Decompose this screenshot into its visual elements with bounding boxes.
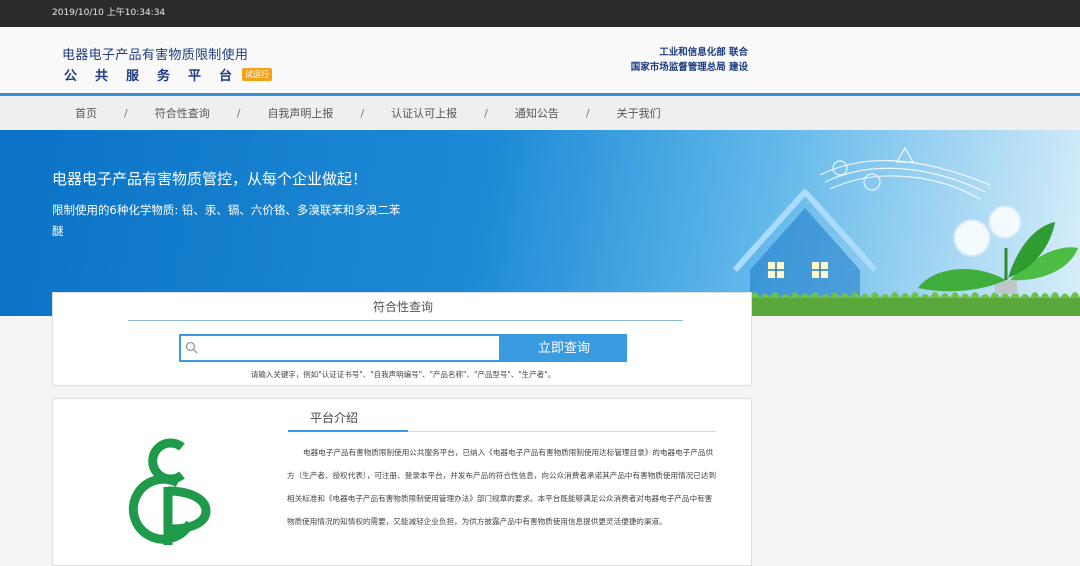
intro-body: 电器电子产品有害物质限制使用公共服务平台，已纳入《电器电子产品有害物质限制使用达… xyxy=(287,448,717,526)
nav-separator: / xyxy=(124,106,128,120)
nav-separator: / xyxy=(236,106,241,120)
organization-info: 工业和信息化部 联合 国家市场监督管理总局 建设 xyxy=(631,45,748,75)
intro-title: 平台介绍 xyxy=(310,411,359,425)
banner-subtitle: 限制使用的6种化学物质: 铅、汞、镉、六价铬、多溴联苯和多溴二苯醚 xyxy=(52,203,401,238)
search-title-divider xyxy=(128,320,683,321)
platform-intro-panel: 平台介绍 电器电子产品有害物质限制使用公共服务平台，已纳入《电器电子产品有害物质… xyxy=(52,398,752,566)
nav-separator: / xyxy=(585,106,590,120)
main-nav: 首页 / 符合性查询 / 自我声明上报 / 认证认可上报 / 通知公告 / 关于… xyxy=(0,96,1080,130)
top-status-bar: 2019/10/10 上午10:34:34 xyxy=(0,0,1080,27)
nav-notices[interactable]: 通知公告 xyxy=(515,105,559,121)
site-brand[interactable]: 电器电子产品有害物质限制使用 公共服务平台 试运行 xyxy=(62,44,273,84)
trial-badge: 试运行 xyxy=(242,68,273,81)
hero-banner: 电器电子产品有害物质管控，从每个企业做起！ 限制使用的6种化学物质: 铅、汞、镉… xyxy=(0,130,1080,316)
nav-self-declaration[interactable]: 自我声明上报 xyxy=(267,105,333,121)
org-line1: 工业和信息化部 联合 xyxy=(659,47,748,58)
nav-about-us[interactable]: 关于我们 xyxy=(617,105,661,121)
site-header: 电器电子产品有害物质限制使用 公共服务平台 试运行 工业和信息化部 联合 国家市… xyxy=(0,27,1080,93)
nav-separator: / xyxy=(360,106,365,120)
house-plant-illustration xyxy=(720,146,1080,316)
search-panel-title: 符合性查询 xyxy=(372,300,433,314)
org-line2: 国家市场监督管理总局 建设 xyxy=(630,62,748,73)
nav-home[interactable]: 首页 xyxy=(75,105,97,121)
brand-title-line1: 电器电子产品有害物质限制使用 xyxy=(62,48,249,63)
datetime: 2019/10/10 上午10:34:34 xyxy=(52,8,166,18)
nav-separator: / xyxy=(484,106,488,120)
search-icon xyxy=(185,341,198,354)
search-box xyxy=(179,334,501,362)
nav-compliance-query[interactable]: 符合性查询 xyxy=(155,105,210,121)
compliance-search-panel: 符合性查询 立即查询 请输入关键字，例如"认证证书号"、"自我声明编号"、"产品… xyxy=(52,292,752,386)
banner-title: 电器电子产品有害物质管控，从每个企业做起！ xyxy=(52,170,368,188)
intro-title-accent xyxy=(288,430,408,432)
ccgp-logo-icon xyxy=(128,438,211,545)
search-button[interactable]: 立即查询 xyxy=(501,334,627,362)
nav-certification-report[interactable]: 认证认可上报 xyxy=(391,105,457,121)
search-input[interactable] xyxy=(181,336,499,360)
search-hint: 请输入关键字，例如"认证证书号"、"自我声明编号"、"产品名称"、"产品型号"、… xyxy=(250,370,556,379)
brand-title-line2: 公共服务平台 xyxy=(64,69,251,84)
